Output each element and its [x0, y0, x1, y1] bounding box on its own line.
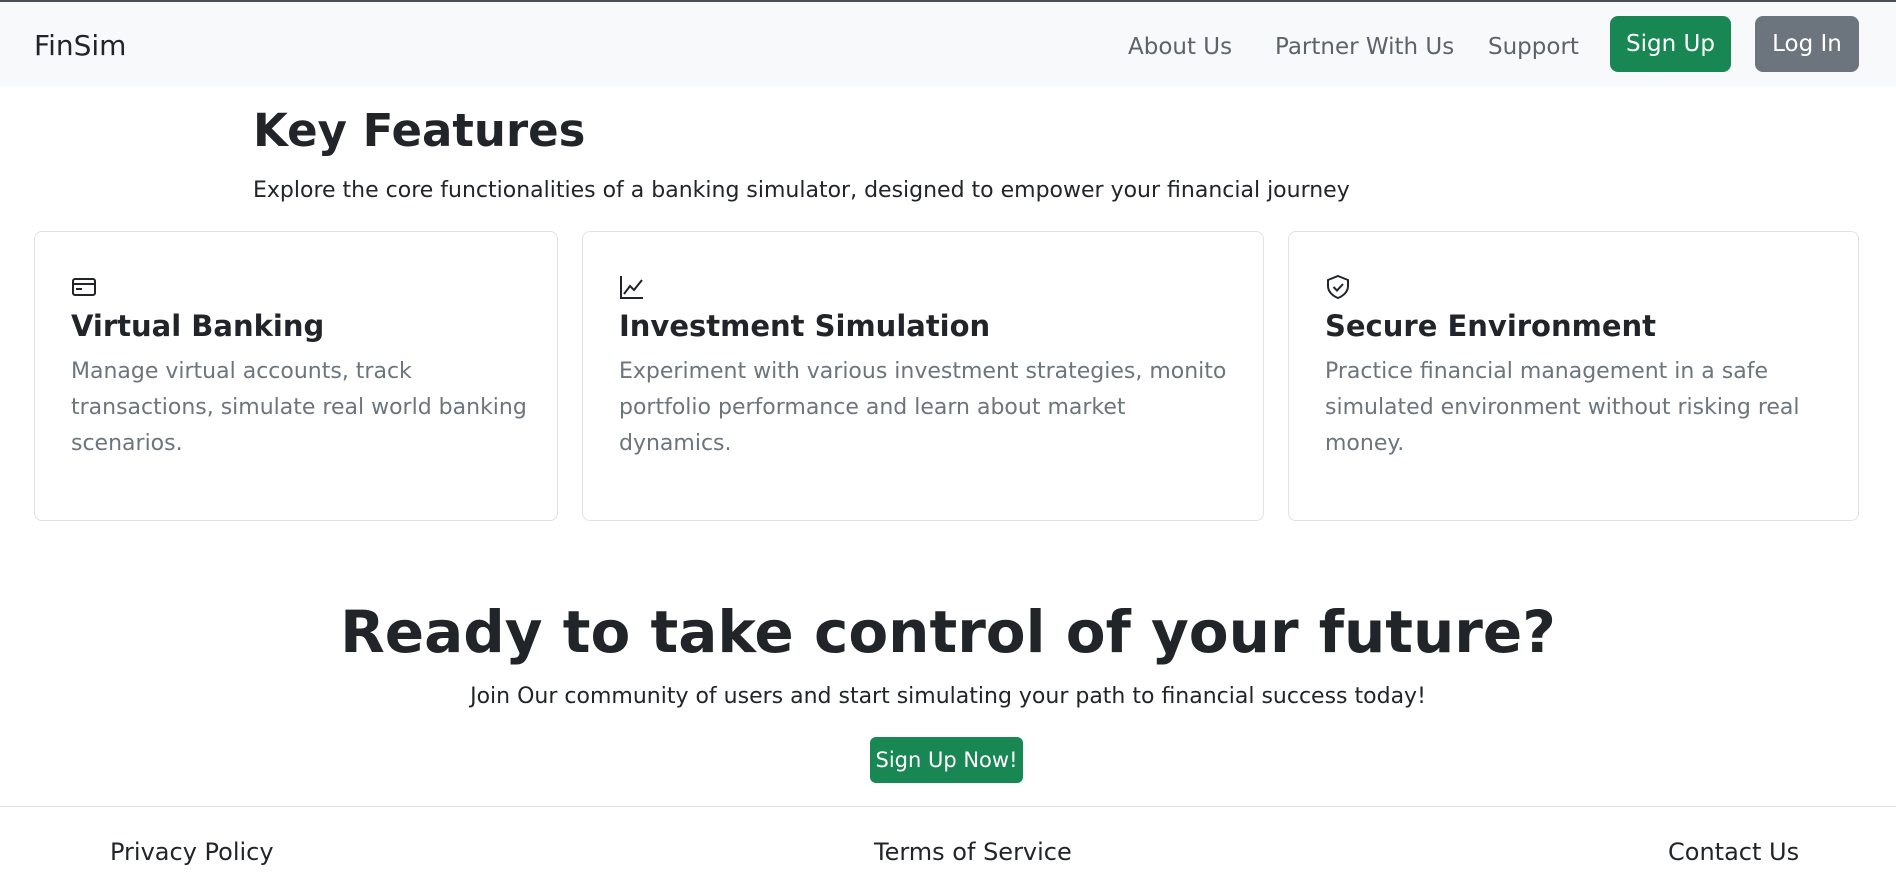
card-title: Virtual Banking: [71, 309, 325, 343]
sign-up-button[interactable]: Sign Up: [1610, 16, 1731, 72]
features-title: Key Features: [253, 104, 586, 157]
card-text: Manage virtual accounts, track transacti…: [71, 359, 527, 456]
footer-link-terms-of-service[interactable]: Terms of Service: [874, 837, 1072, 867]
feature-card-investment-simulation: Investment Simulation Experiment with va…: [582, 231, 1264, 521]
cta-title: Ready to take control of your future?: [340, 598, 1556, 666]
features-subtitle: Explore the core functionalities of a ba…: [253, 178, 1350, 203]
footer-link-contact-us[interactable]: Contact Us: [1668, 837, 1799, 867]
shield-check-icon: [1327, 274, 1349, 300]
card-title: Secure Environment: [1325, 309, 1657, 343]
nav-link-support[interactable]: Support: [1488, 33, 1579, 61]
log-in-button[interactable]: Log In: [1755, 16, 1859, 72]
footer: Privacy Policy Terms of Service Contact …: [0, 806, 1896, 889]
cta-text: Join Our community of users and start si…: [470, 684, 1426, 709]
feature-card-virtual-banking: Virtual Banking Manage virtual accounts,…: [34, 231, 558, 521]
card-title: Investment Simulation: [619, 309, 991, 343]
card-text: Experiment with various investment strat…: [619, 359, 1227, 456]
navbar: FinSim About Us Partner With Us Support …: [0, 0, 1896, 86]
nav-link-partner-with-us[interactable]: Partner With Us: [1275, 33, 1454, 61]
nav-link-about-us[interactable]: About Us: [1128, 33, 1232, 61]
credit-card-icon: [72, 278, 96, 296]
card-text: Practice financial management in a safe …: [1325, 359, 1800, 456]
footer-link-privacy-policy[interactable]: Privacy Policy: [110, 837, 274, 867]
line-chart-icon: [620, 276, 643, 299]
sign-up-now-button[interactable]: Sign Up Now!: [870, 737, 1023, 783]
brand-logo[interactable]: FinSim: [34, 29, 126, 63]
feature-card-secure-environment: Secure Environment Practice financial ma…: [1288, 231, 1859, 521]
